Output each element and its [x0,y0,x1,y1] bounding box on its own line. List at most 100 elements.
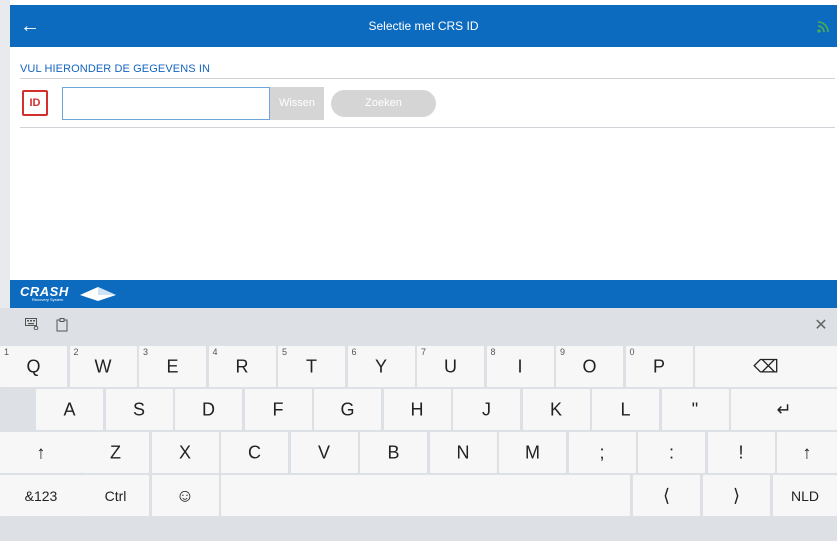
key-label: U [444,356,457,376]
key-label: ↵ [776,399,792,419]
key-label: B [387,442,400,462]
key-label: ⌫ [753,356,779,376]
enter-key[interactable]: ↵ [731,389,837,430]
key-colon[interactable]: : [638,432,705,473]
cursor-right-key[interactable]: ⟩ [703,475,770,516]
key-o[interactable]: 9O [556,346,623,387]
key-label: Q [26,356,41,376]
language-key[interactable]: NLD [773,475,837,516]
key-label: Z [110,442,121,462]
backspace-key[interactable]: ⌫ [695,346,837,387]
key-label: W [94,356,112,376]
key-label: ☺ [175,485,195,505]
key-label: ; [599,442,605,462]
key-f[interactable]: F [244,389,312,430]
emoji-key[interactable]: ☺ [151,475,219,516]
key-w[interactable]: 2W [69,346,137,387]
clipboard-icon[interactable] [54,318,70,334]
key-label: ↑ [36,442,46,462]
key-label: M [525,442,540,462]
keyboard-settings-icon[interactable] [24,318,40,334]
key-quote[interactable]: " [661,389,729,430]
key-label: &123 [24,487,58,504]
page-title: Selectie met CRS ID [368,19,479,33]
shift-key-right[interactable]: ↑ [777,432,837,473]
key-label: NLD [790,487,819,504]
key-n[interactable]: N [429,432,497,473]
key-label: ⟨ [662,485,671,505]
top-bar: ← Selectie met CRS ID [10,5,837,47]
crs-id-input[interactable] [62,87,270,120]
key-label: Ctrl [104,487,127,504]
footer-bar: CRASH Recovery System [10,280,837,308]
key-h[interactable]: H [383,389,451,430]
close-icon[interactable]: ✕ [811,316,831,336]
divider [20,127,835,128]
wifi-signal-icon [817,21,829,33]
key-label: G [340,399,355,419]
key-label: T [306,356,317,376]
key-j[interactable]: J [453,389,520,430]
key-e[interactable]: 3E [139,346,206,387]
key-label: R [235,356,249,376]
key-m[interactable]: M [499,432,566,473]
id-badge: ID [22,90,48,116]
key-label: A [63,399,76,419]
key-label: I [517,356,523,376]
logo-subtitle: Recovery System [32,297,64,302]
key-label: ⟩ [732,485,741,505]
key-label: O [582,356,597,376]
key-d[interactable]: D [175,389,242,430]
key-label: N [456,442,470,462]
key-label: L [620,399,631,419]
search-button[interactable]: Zoeken [331,90,436,117]
key-i[interactable]: 8I [486,346,554,387]
key-v[interactable]: V [290,432,358,473]
key-label: E [166,356,179,376]
key-label: K [549,399,562,419]
symbols-key[interactable]: &123 [0,475,82,516]
key-label: F [272,399,284,419]
key-c[interactable]: C [221,432,288,473]
key-label: ! [738,442,744,462]
ctrl-key[interactable]: Ctrl [82,475,149,516]
clear-button[interactable]: Wissen [270,87,324,120]
cursor-left-key[interactable]: ⟨ [633,475,700,516]
key-label: S [132,399,145,419]
key-label: ↑ [802,442,812,462]
key-t[interactable]: 5T [278,346,345,387]
app-window: ← Selectie met CRS ID VUL HIERONDER DE G… [10,0,837,308]
space-key[interactable] [221,475,630,516]
key-label: : [668,442,674,462]
key-label: Y [374,356,387,376]
key-g[interactable]: G [314,389,381,430]
key-z[interactable]: Z [82,432,149,473]
key-exclamation[interactable]: ! [707,432,775,473]
key-label: C [248,442,261,462]
key-p[interactable]: 0P [625,346,693,387]
section-heading: VUL HIERONDER DE GEGEVENS IN [20,63,211,75]
keyboard-toolbar: ✕ [0,308,837,344]
key-label: V [317,442,330,462]
key-semicolon[interactable]: ; [568,432,636,473]
key-label: D [202,399,215,419]
key-l[interactable]: L [592,389,659,430]
crash-logo: CRASH Recovery System [20,284,120,304]
key-y[interactable]: 6Y [347,346,415,387]
screen: ← Selectie met CRS ID VUL HIERONDER DE G… [0,0,837,541]
key-k[interactable]: K [522,389,590,430]
key-x[interactable]: X [151,432,219,473]
key-a[interactable]: A [36,389,103,430]
shift-key-left[interactable]: ↑ [0,432,82,473]
key-b[interactable]: B [360,432,427,473]
logo-gem-icon [80,287,116,301]
key-label: X [178,442,191,462]
key-label: J [482,399,491,419]
key-q[interactable]: 1Q [0,346,67,387]
key-label: H [410,399,424,419]
divider [20,78,835,79]
key-label: " [691,399,699,419]
key-s[interactable]: S [105,389,173,430]
key-r[interactable]: 4R [208,346,276,387]
key-u[interactable]: 7U [417,346,484,387]
